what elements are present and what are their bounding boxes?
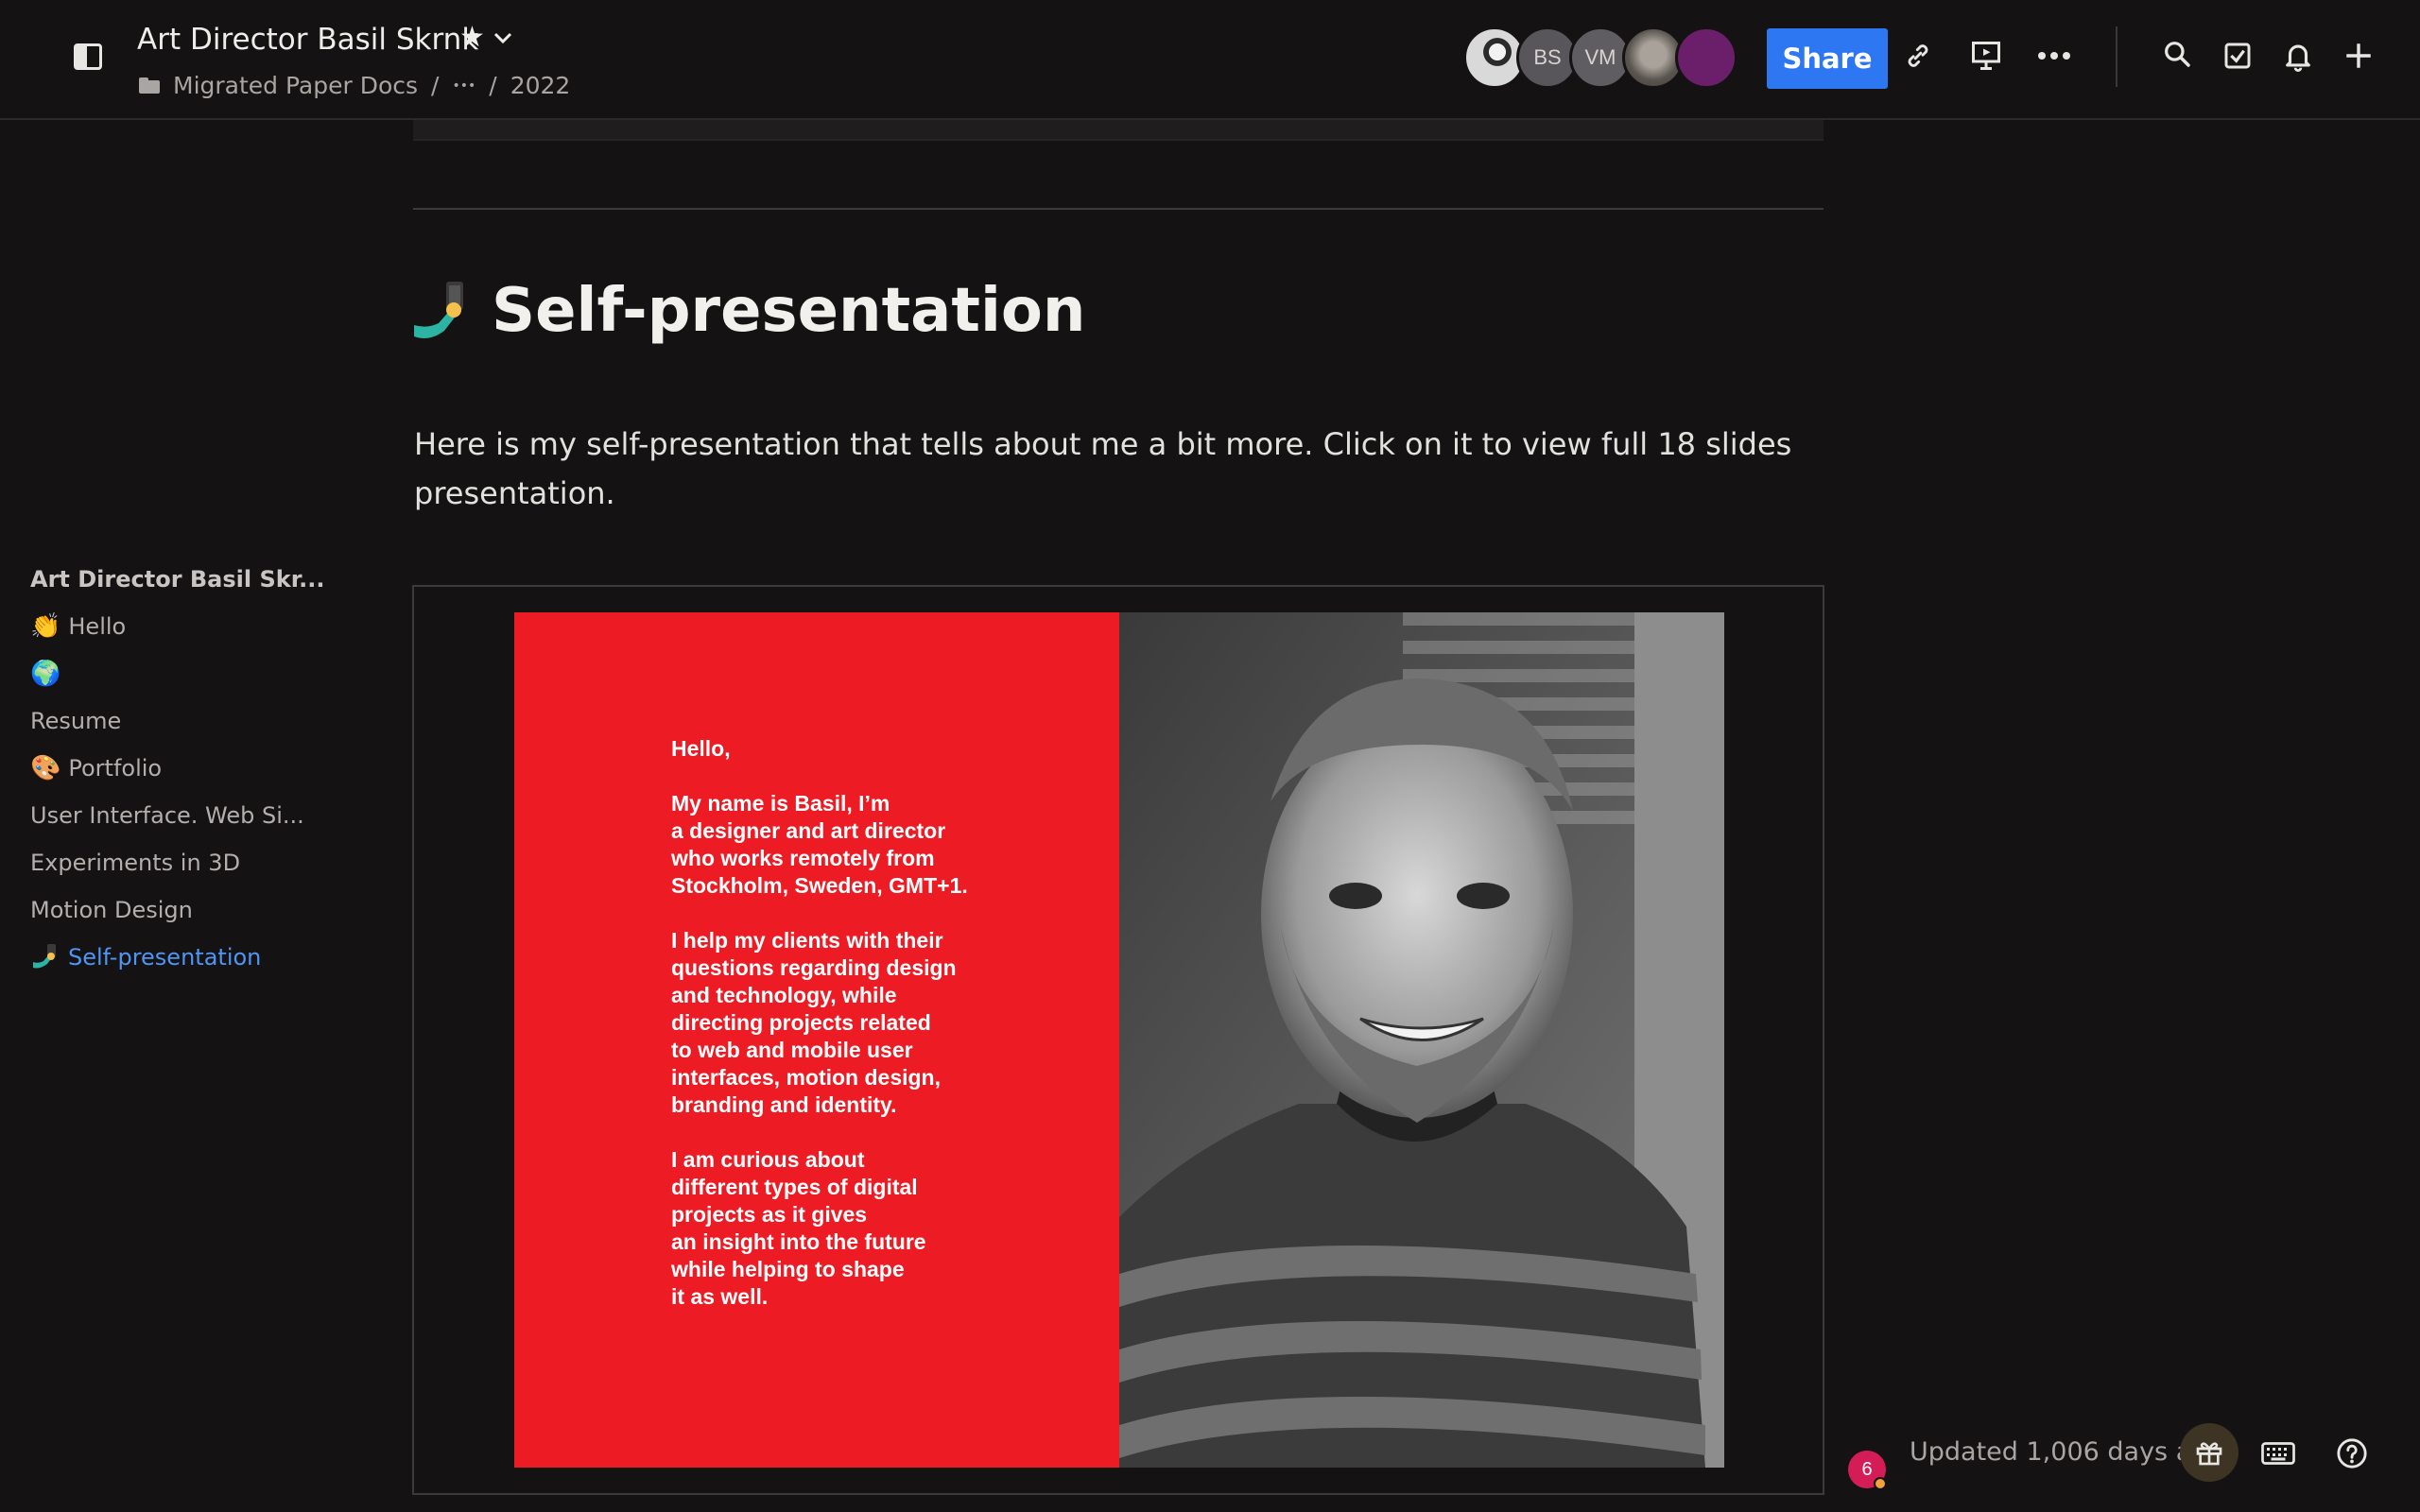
more-icon[interactable] (2034, 36, 2074, 76)
portrait-image (1119, 612, 1724, 1468)
nav-item-motion-design[interactable]: Motion Design (30, 886, 314, 934)
previous-embed-edge (413, 120, 1824, 141)
clap-icon: 👏 (30, 612, 61, 641)
nav-item-label: Motion Design (30, 897, 193, 923)
nav-item-label: Experiments in 3D (30, 850, 241, 876)
header-divider (2116, 26, 2118, 87)
folder-icon (139, 77, 160, 94)
document-title[interactable]: Art Director Basil Skrnk (137, 23, 478, 57)
updated-timestamp: Updated 1,006 days a (1910, 1437, 2184, 1467)
globe-icon: 🌍 (30, 660, 61, 688)
slide-text-panel: Hello, My name is Basil, I’m a designer … (514, 612, 1119, 1468)
nav-item-label: User Interface. Web Si... (30, 802, 304, 829)
link-icon[interactable] (1898, 36, 1938, 76)
divider (413, 208, 1824, 210)
keyboard-icon[interactable] (2257, 1433, 2299, 1474)
intro-paragraph: Here is my self-presentation that tells … (414, 426, 1792, 511)
breadcrumb-ellipsis[interactable]: ••• (452, 78, 475, 94)
breadcrumb-separator: / (489, 72, 497, 99)
selfie-icon (414, 282, 463, 338)
nav-item-experiments-3d[interactable]: Experiments in 3D (30, 839, 314, 886)
nav-item-self-presentation[interactable]: Self-presentation (30, 934, 314, 981)
nav-item-portfolio[interactable]: 🎨 Portfolio (30, 745, 314, 792)
outline-nav: Art Director Basil Skr... 👏 Hello 🌍 Resu… (30, 556, 324, 981)
status-dot (1874, 1477, 1887, 1490)
nav-item-resume[interactable]: Resume (30, 697, 314, 745)
search-icon[interactable] (2157, 34, 2197, 74)
share-button[interactable]: Share (1767, 28, 1888, 89)
nav-item-globe[interactable]: 🌍 (30, 650, 314, 697)
sidebar-toggle-icon[interactable] (74, 43, 102, 70)
nav-item-user-interface[interactable]: User Interface. Web Si... (30, 792, 314, 839)
present-icon[interactable] (1966, 36, 2006, 76)
nav-item-label: Hello (68, 613, 127, 640)
collaborator-avatars[interactable]: BS VM (1463, 26, 1737, 89)
nav-item-label: Portfolio (68, 755, 163, 782)
presentation-embed[interactable]: Hello, My name is Basil, I’m a designer … (412, 585, 1824, 1495)
selfie-icon (33, 944, 56, 969)
help-icon[interactable] (2331, 1433, 2373, 1474)
palette-icon: 🎨 (30, 754, 61, 782)
chevron-down-icon[interactable] (492, 26, 514, 49)
breadcrumb-folder[interactable]: Migrated Paper Docs (173, 72, 418, 99)
breadcrumb: Migrated Paper Docs / ••• / 2022 (139, 72, 570, 99)
plus-icon[interactable] (2339, 36, 2378, 76)
page-title: Self-presentation (492, 276, 1086, 346)
breadcrumb-current[interactable]: 2022 (510, 72, 571, 99)
breadcrumb-separator: / (431, 72, 440, 99)
nav-item-label: Resume (30, 708, 122, 734)
gift-icon[interactable] (2180, 1423, 2238, 1482)
slide-preview[interactable]: Hello, My name is Basil, I’m a designer … (514, 612, 1724, 1468)
bell-icon[interactable] (2278, 36, 2318, 76)
nav-item-label: Self-presentation (68, 944, 262, 971)
portrait-photo (1119, 612, 1724, 1468)
section-heading: Self-presentation (412, 276, 1085, 346)
checklist-icon[interactable] (2218, 36, 2257, 76)
slide-text: Hello, My name is Basil, I’m a designer … (671, 736, 968, 1309)
nav-item-hello[interactable]: 👏 Hello (30, 603, 314, 650)
top-bar: Art Director Basil Skrnk ★ Migrated Pape… (0, 0, 2420, 120)
nav-title[interactable]: Art Director Basil Skr... (30, 556, 324, 603)
avatar[interactable] (1675, 26, 1737, 89)
star-icon[interactable]: ★ (459, 21, 485, 54)
